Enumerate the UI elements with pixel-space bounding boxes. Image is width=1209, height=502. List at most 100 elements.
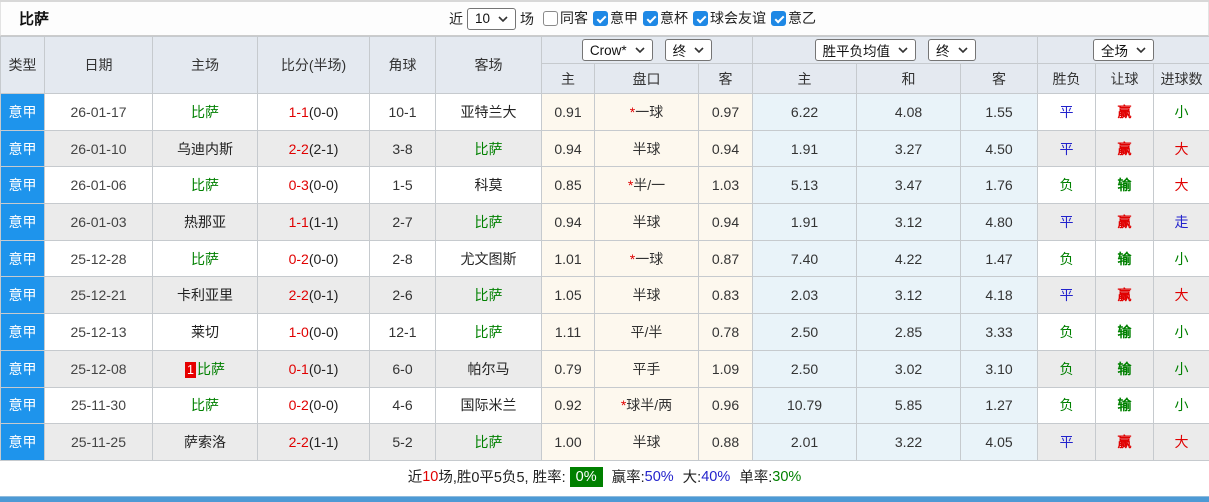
avg-away-cell: 4.05	[960, 423, 1039, 461]
away-team-cell: 比萨	[435, 423, 542, 461]
win-rate-badge: 0%	[569, 466, 603, 487]
corners-cell: 2-7	[369, 203, 436, 241]
result-cell: 负	[1037, 313, 1097, 351]
odds-time-select[interactable]: 终	[664, 39, 713, 61]
avg-time-select[interactable]: 终	[928, 39, 976, 61]
date-cell: 25-11-30	[44, 386, 153, 425]
filter-bar: 近 10 场 同客 意甲 意杯 球会友谊 意乙	[445, 2, 816, 35]
bookmaker-select[interactable]: Crow*	[581, 39, 653, 61]
avg-home-cell: 2.50	[752, 313, 858, 351]
league-filter-checkbox[interactable]: 意杯	[643, 8, 688, 28]
home-team-cell: 萨索洛	[152, 423, 258, 461]
away-team[interactable]: 比萨	[475, 324, 503, 340]
avg-draw-cell: 3.22	[856, 423, 962, 461]
league-cell[interactable]: 意甲	[0, 386, 45, 425]
col-header-goals: 进球数	[1153, 63, 1209, 94]
odds-home-cell: 1.05	[541, 276, 595, 315]
full-time-score: 2-2	[288, 434, 309, 451]
avg-odds-select[interactable]: 胜平负均值	[814, 39, 917, 61]
home-team[interactable]: 热那亚	[184, 214, 226, 230]
away-team[interactable]: 比萨	[475, 434, 503, 450]
chevron-down-icon	[898, 47, 908, 53]
handicap-value: 半/一	[633, 177, 666, 194]
away-team-cell: 比萨	[435, 129, 542, 168]
league-filter-checkbox[interactable]: 意乙	[771, 8, 816, 28]
home-team[interactable]: 乌迪内斯	[177, 141, 233, 157]
away-team[interactable]: 尤文图斯	[461, 251, 517, 267]
score-cell: 0-2(0-0)	[257, 239, 370, 278]
goals-result-cell: 小	[1153, 349, 1209, 388]
handicap-value: 半球	[632, 140, 661, 157]
checkbox-icon[interactable]	[693, 10, 709, 26]
recent-label: 近	[449, 10, 463, 27]
league-filter-checkbox[interactable]: 意甲	[593, 8, 638, 28]
corners-cell: 2-8	[369, 239, 436, 278]
league-cell[interactable]: 意甲	[0, 349, 45, 388]
recent-count-select[interactable]: 10	[467, 7, 517, 30]
table-row: 意甲 26-01-17 比萨 1-1(0-0) 10-1 亚特兰大 0.91 *…	[0, 93, 1209, 131]
checkbox-icon[interactable]	[771, 10, 787, 26]
checkbox-icon[interactable]	[593, 10, 609, 26]
league-cell[interactable]: 意甲	[0, 166, 45, 205]
title-bar: 比萨 近 10 场 同客 意甲 意杯 球会友谊 意乙	[0, 2, 1209, 36]
checkbox-label: 意甲	[610, 10, 639, 27]
col-header-result: 胜负	[1037, 63, 1097, 94]
away-team[interactable]: 比萨	[475, 214, 503, 230]
league-filter-checkbox[interactable]: 同客	[543, 8, 588, 28]
league-cell[interactable]: 意甲	[0, 129, 45, 168]
away-team-cell: 国际米兰	[435, 386, 542, 425]
big-rate-label: 大:	[682, 470, 702, 487]
avg-away-cell: 4.80	[960, 203, 1039, 241]
away-team[interactable]: 比萨	[475, 141, 503, 157]
away-team[interactable]: 亚特兰大	[461, 104, 517, 120]
chevron-down-icon	[1136, 47, 1146, 53]
odds-group-header: Crow* 终	[540, 36, 754, 64]
home-team[interactable]: 比萨	[191, 397, 219, 413]
checkbox-icon[interactable]	[643, 10, 659, 26]
avg-away-cell: 1.76	[960, 166, 1039, 205]
league-cell[interactable]: 意甲	[0, 93, 45, 131]
home-team[interactable]: 卡利亚里	[177, 287, 233, 303]
home-team[interactable]: 比萨	[191, 104, 219, 120]
away-team[interactable]: 帕尔马	[468, 361, 510, 377]
date-cell: 25-12-08	[44, 349, 153, 388]
league-cell[interactable]: 意甲	[0, 239, 45, 278]
home-team[interactable]: 比萨	[191, 177, 219, 193]
table-row: 意甲 25-11-30 比萨 0-2(0-0) 4-6 国际米兰 0.92 *球…	[0, 386, 1209, 425]
home-team[interactable]: 比萨	[197, 361, 225, 377]
home-team[interactable]: 比萨	[191, 251, 219, 267]
league-cell[interactable]: 意甲	[0, 423, 45, 461]
away-team-cell: 科莫	[435, 166, 542, 205]
date-cell: 25-12-13	[44, 313, 153, 351]
handicap-cell: *一球	[594, 239, 699, 278]
corners-cell: 1-5	[369, 166, 436, 205]
odds-away-cell: 0.87	[697, 239, 754, 278]
league-filter-checkbox[interactable]: 球会友谊	[693, 8, 766, 28]
away-team-cell: 比萨	[435, 313, 542, 351]
league-cell[interactable]: 意甲	[0, 203, 45, 241]
avg-away-cell: 4.50	[960, 129, 1039, 168]
handicap-cell: 半球	[594, 276, 699, 315]
home-team[interactable]: 莱切	[191, 324, 219, 340]
checkbox-label: 球会友谊	[710, 10, 767, 27]
full-match-select-value: 全场	[1101, 44, 1129, 59]
avg-draw-cell: 4.22	[856, 239, 962, 278]
handicap-cell: *一球	[594, 93, 699, 131]
checkbox-icon[interactable]	[543, 10, 559, 26]
table-row: 意甲 26-01-06 比萨 0-3(0-0) 1-5 科莫 0.85 *半/一…	[0, 166, 1209, 205]
home-team[interactable]: 萨索洛	[184, 434, 226, 450]
avg-home-cell: 5.13	[752, 166, 858, 205]
away-team[interactable]: 国际米兰	[461, 397, 517, 413]
away-team-cell: 比萨	[435, 276, 542, 315]
cover-rate-label: 赢率:	[611, 470, 645, 487]
league-cell[interactable]: 意甲	[0, 313, 45, 351]
full-match-select[interactable]: 全场	[1093, 39, 1155, 61]
cover-rate-value: 50%	[644, 468, 674, 485]
odds-home-cell: 1.11	[541, 313, 595, 351]
result-cell: 负	[1037, 349, 1097, 388]
goals-result-cell: 大	[1153, 129, 1209, 168]
avg-time-select-value: 终	[936, 44, 950, 59]
league-cell[interactable]: 意甲	[0, 276, 45, 315]
away-team[interactable]: 比萨	[475, 287, 503, 303]
away-team[interactable]: 科莫	[475, 177, 503, 193]
